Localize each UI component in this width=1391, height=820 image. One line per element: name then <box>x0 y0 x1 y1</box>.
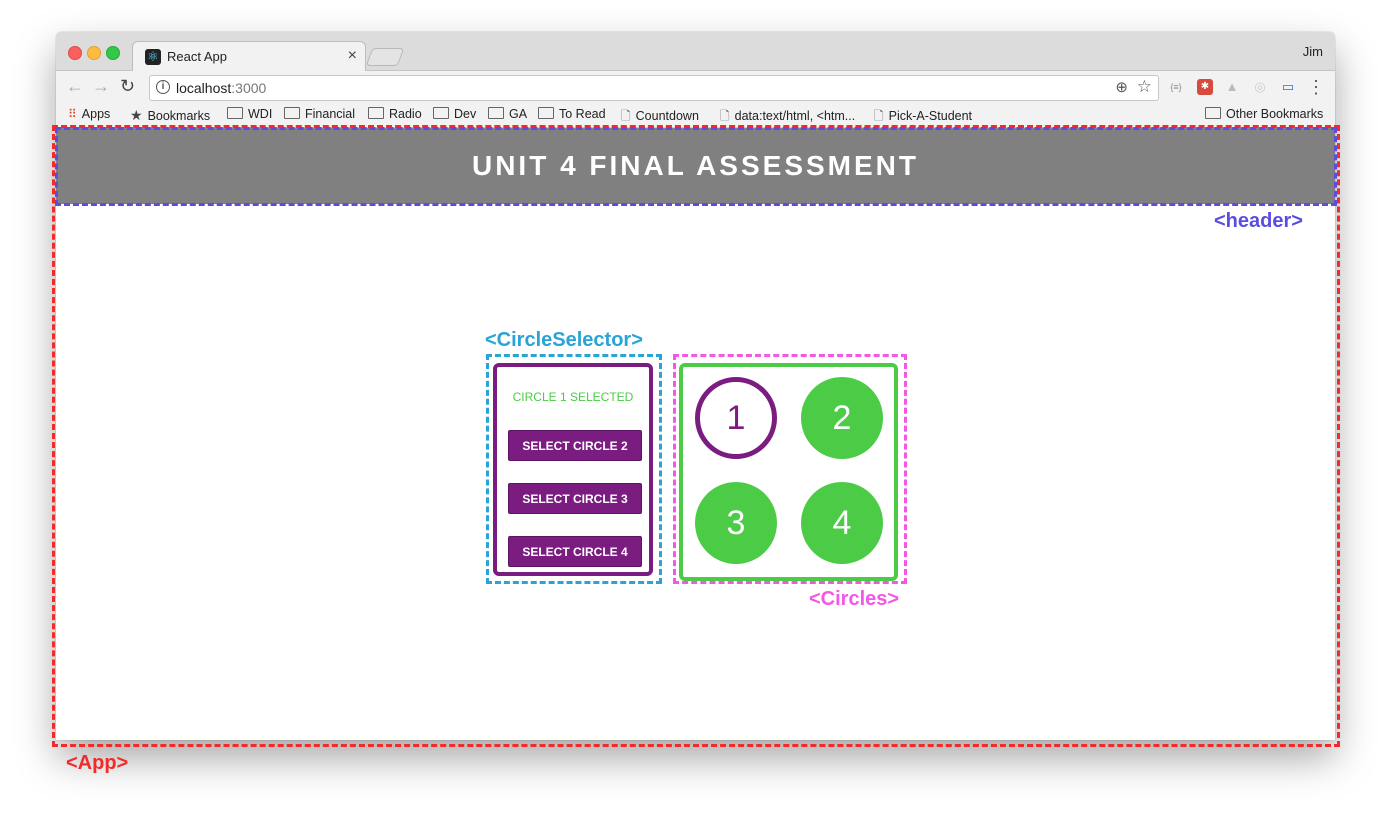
page-icon: 🗋 <box>720 109 730 123</box>
page-icon: 🗋 <box>621 109 631 123</box>
bookmark-pick-a-student[interactable]: 🗋 Pick-A-Student <box>874 107 972 128</box>
title-bar: ⚛ React App × Jim <box>56 32 1335 72</box>
bookmark-apps[interactable]: ⠿ Apps <box>68 107 110 121</box>
circle-1[interactable]: 1 <box>695 377 777 459</box>
folder-icon <box>227 107 243 119</box>
bookmark-star-icon[interactable]: ☆ <box>1137 77 1152 97</box>
select-circle-3-button[interactable]: SELECT CIRCLE 3 <box>508 483 642 514</box>
drive-extension-icon[interactable]: ▲ <box>1224 79 1240 95</box>
tab-react-app[interactable]: ⚛ React App × <box>132 41 366 72</box>
bookmarks-bar: ⠿ Apps ★ Bookmarks WDI Financial Radio Dev… <box>56 103 1335 128</box>
circles-annotation-label: <Circles> <box>809 588 900 610</box>
react-logo-icon: ⚛ <box>145 49 161 65</box>
folder-icon <box>433 107 449 119</box>
circle-2[interactable]: 2 <box>801 377 883 459</box>
folder-icon <box>488 107 504 119</box>
circle-4[interactable]: 4 <box>801 482 883 564</box>
folder-icon <box>1205 107 1221 119</box>
browser-window: ⚛ React App × Jim ← → ↻ i localhost:3000… <box>56 32 1335 740</box>
app-header: UNIT 4 FINAL ASSESSMENT <box>56 128 1335 204</box>
bookmark-dev[interactable]: Dev <box>433 107 476 121</box>
bookmark-bookmarks[interactable]: ★ Bookmarks <box>130 107 210 124</box>
menu-icon[interactable]: ⋮ <box>1307 77 1325 98</box>
cast-icon[interactable]: ▭ <box>1280 79 1296 95</box>
minimize-window-button[interactable] <box>87 46 101 60</box>
folder-icon <box>368 107 384 119</box>
folder-icon <box>538 107 554 119</box>
page-title: UNIT 4 FINAL ASSESSMENT <box>471 150 920 181</box>
page-icon: 🗋 <box>874 109 884 123</box>
bookmark-financial[interactable]: Financial <box>284 107 355 121</box>
url-text[interactable]: localhost:3000 <box>176 80 266 96</box>
bookmark-wdi[interactable]: WDI <box>227 107 272 121</box>
app-annotation-label: <App> <box>66 752 129 774</box>
star-icon: ★ <box>130 107 143 123</box>
tab-close-icon[interactable]: × <box>348 47 357 65</box>
circle-selector-annotation-label: <CircleSelector> <box>485 329 643 351</box>
bookmark-other[interactable]: Other Bookmarks <box>1205 107 1323 121</box>
select-circle-4-button[interactable]: SELECT CIRCLE 4 <box>508 536 642 567</box>
info-icon[interactable]: i <box>156 80 170 94</box>
browser-toolbar: ← → ↻ i localhost:3000 ⊕ ☆ {≡} ✱ ▲ ◎ ▭ ⋮ <box>56 71 1335 103</box>
zoom-icon[interactable]: ⊕ <box>1115 78 1128 96</box>
maximize-window-button[interactable] <box>106 46 120 60</box>
close-window-button[interactable] <box>68 46 82 60</box>
header-annotation-label: <header> <box>1214 210 1303 232</box>
forward-arrow-icon[interactable]: → <box>92 76 110 97</box>
reload-icon[interactable]: ↻ <box>120 76 135 97</box>
bookmark-data-html[interactable]: 🗋 data:text/html, <htm... <box>720 107 855 128</box>
address-bar[interactable]: i localhost:3000 ⊕ ☆ <box>149 75 1159 101</box>
extension-circle-icon[interactable]: ◎ <box>1252 79 1268 95</box>
extension-icon[interactable]: ✱ <box>1197 79 1213 95</box>
bookmark-radio[interactable]: Radio <box>368 107 422 121</box>
select-circle-2-button[interactable]: SELECT CIRCLE 2 <box>508 430 642 461</box>
app-page: UNIT 4 FINAL ASSESSMENT CIRCLE 1 SELECTE… <box>56 128 1335 740</box>
folder-icon <box>284 107 300 119</box>
profile-name[interactable]: Jim <box>1303 44 1323 59</box>
apps-grid-icon: ⠿ <box>68 107 77 121</box>
circle-selector-panel: CIRCLE 1 SELECTED SELECT CIRCLE 2 SELECT… <box>493 363 653 576</box>
bookmark-ga[interactable]: GA <box>488 107 527 121</box>
bookmark-to-read[interactable]: To Read <box>538 107 606 121</box>
bookmark-countdown[interactable]: 🗋 Countdown <box>621 107 699 128</box>
circle-3[interactable]: 3 <box>695 482 777 564</box>
back-arrow-icon[interactable]: ← <box>66 76 84 97</box>
tab-title: React App <box>167 49 227 64</box>
new-tab-button[interactable] <box>365 48 405 66</box>
selection-status: CIRCLE 1 SELECTED <box>512 390 634 404</box>
circles-panel: 1 2 3 4 <box>679 363 898 581</box>
json-extension-icon[interactable]: {≡} <box>1168 79 1184 95</box>
